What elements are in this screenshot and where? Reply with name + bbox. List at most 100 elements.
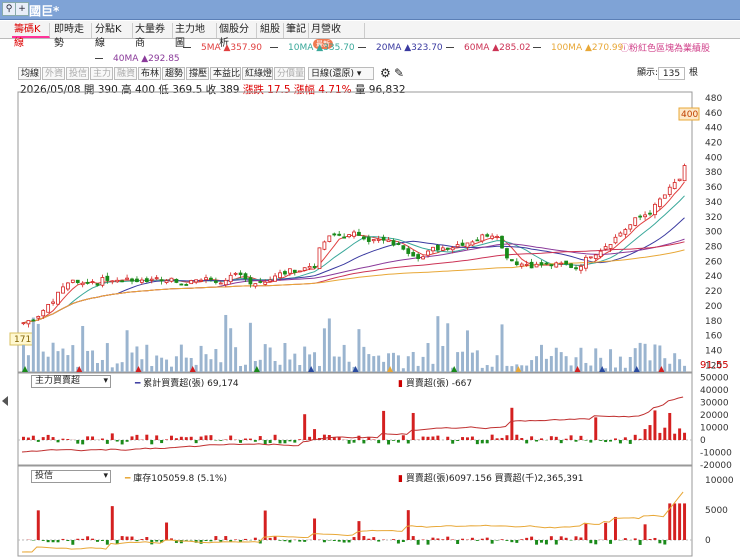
panel1-bar [643, 429, 647, 440]
candle-body [268, 279, 273, 282]
panel2-bar [145, 537, 149, 540]
volume-bar [96, 362, 99, 372]
panel1-bar [155, 435, 159, 440]
candle-body [406, 248, 411, 254]
candle-body [460, 242, 465, 246]
price-axis-label: 460 [705, 109, 722, 119]
tab-technical-k[interactable]: 籌碼K線 [12, 23, 50, 49]
candle-body [292, 269, 297, 273]
panel1-bar [559, 440, 563, 444]
panel2-bar [678, 503, 682, 540]
panel1-bar [273, 434, 277, 440]
panel2-bar [36, 510, 40, 540]
panel2-bar [140, 539, 144, 540]
candle-body [574, 267, 578, 270]
panel2-select[interactable]: 投信 ▾ [31, 470, 111, 483]
toolbar-btn-5[interactable]: 布林 [138, 67, 161, 80]
toolbar-btn-3[interactable]: 主力 [90, 67, 113, 80]
volume-bar [194, 364, 198, 372]
tab-stock-analysis[interactable]: 個股分析 [217, 23, 257, 49]
toolbar-btn-7[interactable]: 撐壓 [186, 67, 209, 80]
gear-icon[interactable]: ⚙ [378, 67, 393, 80]
toolbar-btn-2[interactable]: 投信 [66, 67, 89, 80]
candle-body [238, 272, 243, 276]
candle-body [332, 233, 337, 236]
candle-body [569, 263, 573, 268]
toolbar-btn-6[interactable]: 趨勢 [162, 67, 185, 80]
candle-body [633, 217, 638, 226]
highlight-note: ⓘ粉紅色區塊為業績股 [620, 41, 710, 54]
panel1-bar [204, 435, 208, 440]
panel1-axis-label: 20000 [700, 411, 729, 421]
panel2-bar [446, 536, 450, 540]
candle-body [228, 274, 233, 283]
tab-monthly-revenue[interactable]: 月營收最新 [309, 23, 365, 49]
price-axis-label: 400 [705, 153, 722, 163]
panel1-bar [26, 437, 30, 440]
candle-body [130, 278, 134, 282]
panel1-bar [673, 433, 677, 440]
tab-notes[interactable]: 筆記 [284, 23, 309, 38]
panel2-bar [194, 540, 198, 543]
volume-bar [189, 358, 193, 372]
candle-body [519, 263, 524, 267]
volume-bar [76, 366, 80, 372]
toolbar-btn-10[interactable]: 分價量 [274, 67, 305, 80]
panel1-bar [431, 436, 435, 440]
volume-bar [199, 345, 203, 372]
main-panel-frame [17, 91, 693, 373]
candle-body [263, 281, 268, 285]
volume-bar [253, 361, 257, 372]
panel2-bar [643, 524, 647, 540]
toolbar-btn-9[interactable]: 紅綠燈 [242, 67, 273, 80]
collapse-left-icon[interactable] [2, 396, 8, 406]
panel1-bar [194, 440, 198, 444]
add-icon[interactable]: + [15, 2, 29, 16]
period-select[interactable]: 日線(還原) ▾ [308, 67, 374, 80]
panel1-bar [658, 432, 662, 440]
signal-triangle-icon [189, 366, 196, 372]
panel2-bar [495, 540, 499, 541]
candle-body [347, 234, 351, 238]
panel2-bar [668, 503, 672, 540]
tab-min-k[interactable]: 分點K線 [93, 23, 133, 49]
panel2-bar [480, 538, 484, 540]
line-swatch-icon [446, 47, 454, 48]
candle-body [426, 250, 430, 256]
tab-group[interactable]: 組股 [258, 23, 284, 38]
panel1-legend-net: ▮ 買賣超(張) -667 [398, 379, 473, 389]
panel1-legend-net-text: 買賣超(張) -667 [405, 379, 473, 389]
panel1-bar [165, 439, 169, 440]
panel2-bar [485, 537, 489, 540]
panel1-bar [46, 434, 50, 440]
toolbar-btn-1[interactable]: 外資 [42, 67, 65, 80]
panel1-bar [322, 434, 326, 440]
candle-body [317, 247, 322, 270]
candle-body [125, 277, 129, 280]
volume-bar [303, 346, 307, 372]
tab-bulk-broker[interactable]: 大量券商 [133, 23, 173, 49]
toolbar-btn-4[interactable]: 融資 [114, 67, 137, 80]
panel1-bar [120, 440, 124, 445]
candle-body [618, 232, 623, 237]
volume-bar [91, 350, 95, 372]
panel2-bar [313, 518, 317, 540]
tab-main-map[interactable]: 主力地圖 [173, 23, 217, 49]
display-count-input[interactable]: 135 [658, 67, 685, 80]
panel2-bar [653, 537, 657, 540]
volume-bar [505, 365, 509, 372]
panel1-bar [584, 440, 588, 441]
price-axis-label: 260 [705, 257, 722, 267]
volume-bar [214, 349, 218, 372]
volume-bar [36, 323, 40, 372]
toolbar-btn-0[interactable]: 均線 [18, 67, 41, 80]
ma-legend-40ma: 40MA ▲292.85 [95, 54, 180, 64]
draw-pen-icon[interactable]: ✎ [392, 67, 406, 80]
magnifier-icon[interactable]: ⚲ [2, 2, 16, 16]
panel1-bar [530, 436, 534, 440]
toolbar-btn-8[interactable]: 本益比 [210, 67, 241, 80]
tab-intraday[interactable]: 即時走勢 [52, 23, 92, 49]
panel1-bar [411, 412, 415, 440]
panel1-select[interactable]: 主力買賣超 ▾ [31, 375, 111, 388]
panel1-bar [209, 435, 213, 440]
